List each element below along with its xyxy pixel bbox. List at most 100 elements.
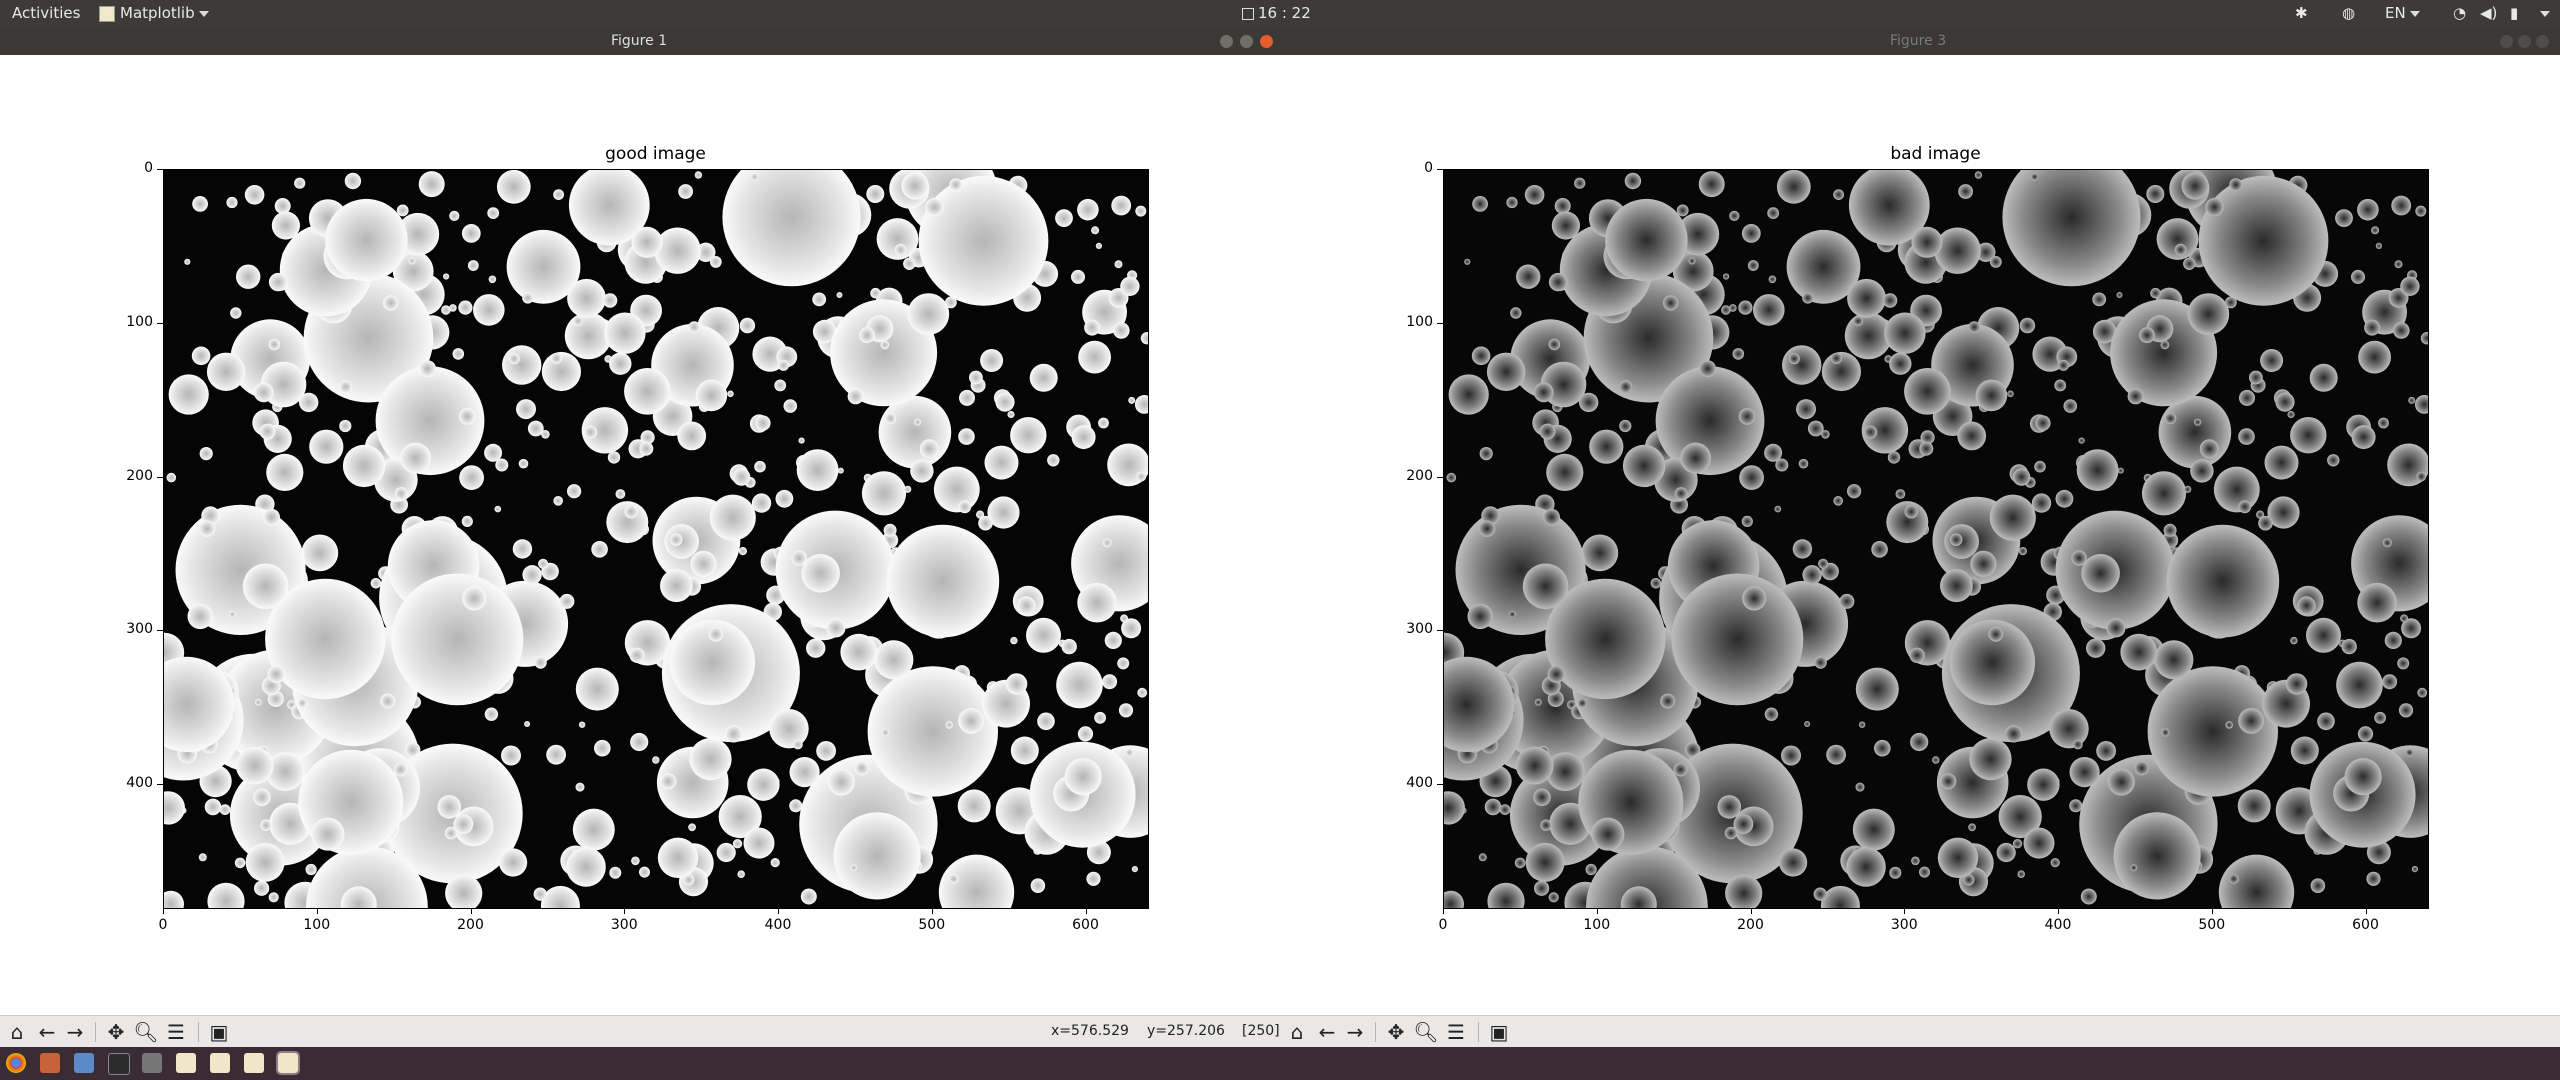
particle (969, 370, 983, 385)
network-icon[interactable]: ◍ (2342, 0, 2355, 27)
particle (1077, 726, 1094, 742)
particle (2161, 728, 2170, 737)
particle (1968, 321, 1981, 333)
particle (1548, 338, 1561, 351)
particle (1775, 458, 1789, 472)
particle (1137, 687, 1148, 698)
particle (1591, 817, 1625, 851)
battery-icon[interactable]: ▮ (2510, 0, 2518, 27)
pan-icon[interactable]: ✥ (1383, 1019, 1409, 1045)
settings-icon[interactable]: ✱ (2295, 0, 2308, 27)
particle (880, 340, 890, 350)
particle (833, 812, 921, 900)
image-plot-good[interactable] (163, 169, 1149, 909)
particle (2073, 739, 2083, 750)
particle (602, 293, 618, 308)
particle (2049, 709, 2089, 749)
particle (1970, 550, 1997, 577)
particle (1742, 586, 1767, 611)
clock[interactable]: 16 : 22 (1242, 0, 1311, 27)
x-tick-mark (2211, 908, 2213, 914)
particle (2238, 428, 2255, 445)
particle (957, 789, 991, 823)
app-menu[interactable]: Matplotlib (99, 0, 209, 27)
matplotlib-icon[interactable] (244, 1053, 264, 1073)
particle (1506, 196, 1518, 209)
matplotlib-icon[interactable] (210, 1053, 230, 1073)
configure-subplots-icon[interactable]: ☰ (1443, 1019, 1469, 1045)
activities-button[interactable]: Activities (12, 0, 80, 27)
particle (816, 741, 836, 761)
forward-icon[interactable]: → (1342, 1019, 1368, 1045)
matplotlib-icon[interactable] (276, 1051, 300, 1075)
image-viewer-icon[interactable] (74, 1053, 94, 1073)
particle (1853, 316, 1864, 326)
particle (206, 352, 246, 391)
maximize-icon[interactable] (2518, 35, 2531, 48)
particle (418, 171, 445, 198)
save-icon[interactable]: ▣ (206, 1019, 232, 1045)
language-indicator[interactable]: EN (2385, 0, 2420, 27)
particle (1739, 465, 1764, 490)
particle (274, 198, 291, 214)
particle (1855, 782, 1865, 792)
particle (910, 459, 934, 483)
matplotlib-icon[interactable] (176, 1053, 196, 1073)
pan-icon[interactable]: ✥ (103, 1019, 129, 1045)
particle (2199, 439, 2219, 459)
particle (253, 382, 274, 403)
particle (837, 467, 844, 474)
forward-icon[interactable]: → (62, 1019, 88, 1045)
particle (496, 170, 531, 204)
close-icon[interactable] (1260, 35, 1273, 48)
particle (775, 489, 794, 508)
particle (584, 425, 598, 439)
home-icon[interactable]: ⌂ (1284, 1019, 1310, 1045)
image-plot-bad[interactable] (1443, 169, 2429, 909)
particle (301, 534, 339, 572)
particle (1904, 505, 1918, 519)
zoom-icon[interactable]: 🔍︎ (1413, 1019, 1439, 1045)
particle (380, 693, 396, 709)
particle (487, 207, 500, 219)
chrome-icon[interactable] (6, 1053, 26, 1073)
back-icon[interactable]: ← (1314, 1019, 1340, 1045)
save-icon[interactable]: ▣ (1486, 1019, 1512, 1045)
power-icon[interactable] (2536, 0, 2550, 27)
terminal-icon[interactable] (108, 1053, 130, 1075)
particle (268, 892, 279, 903)
particle (2146, 185, 2165, 203)
particle (884, 412, 897, 425)
particle (1619, 380, 1633, 394)
particle (901, 172, 929, 200)
particle (2127, 388, 2144, 405)
particle (452, 348, 465, 360)
particle (1747, 260, 1759, 271)
particle (2007, 390, 2014, 398)
particle (1095, 242, 1102, 249)
minimize-icon[interactable] (1220, 35, 1233, 48)
home-icon[interactable]: ⌂ (4, 1019, 30, 1045)
maximize-icon[interactable] (1240, 35, 1253, 48)
wifi-icon[interactable]: ◔ (2453, 0, 2466, 27)
particle (1624, 172, 1642, 190)
figure-3-canvas[interactable]: bad image 0 100 200 300 400 0 100 200 300 400 500 6… (1280, 55, 2560, 1015)
back-icon[interactable]: ← (34, 1019, 60, 1045)
files-icon[interactable] (40, 1053, 60, 1073)
particle (870, 287, 881, 299)
volume-icon[interactable]: ◀) (2480, 0, 2497, 27)
particle (1699, 360, 1716, 377)
screenshot-icon[interactable] (142, 1053, 162, 1073)
zoom-icon[interactable]: 🔍︎ (133, 1019, 159, 1045)
configure-subplots-icon[interactable]: ☰ (163, 1019, 189, 1045)
particle (1120, 614, 1129, 623)
window-title-figure-1: Figure 1 (611, 33, 668, 49)
particle (2378, 417, 2389, 429)
figure-1-canvas[interactable]: good image 0 100 200 300 400 0 100 200 300 400 500… (0, 55, 1280, 1015)
minimize-icon[interactable] (2500, 35, 2513, 48)
particle (1125, 748, 1134, 757)
x-tick-mark (2058, 908, 2059, 914)
particle (2106, 618, 2126, 638)
close-icon[interactable] (2536, 35, 2549, 48)
particle (690, 550, 717, 577)
